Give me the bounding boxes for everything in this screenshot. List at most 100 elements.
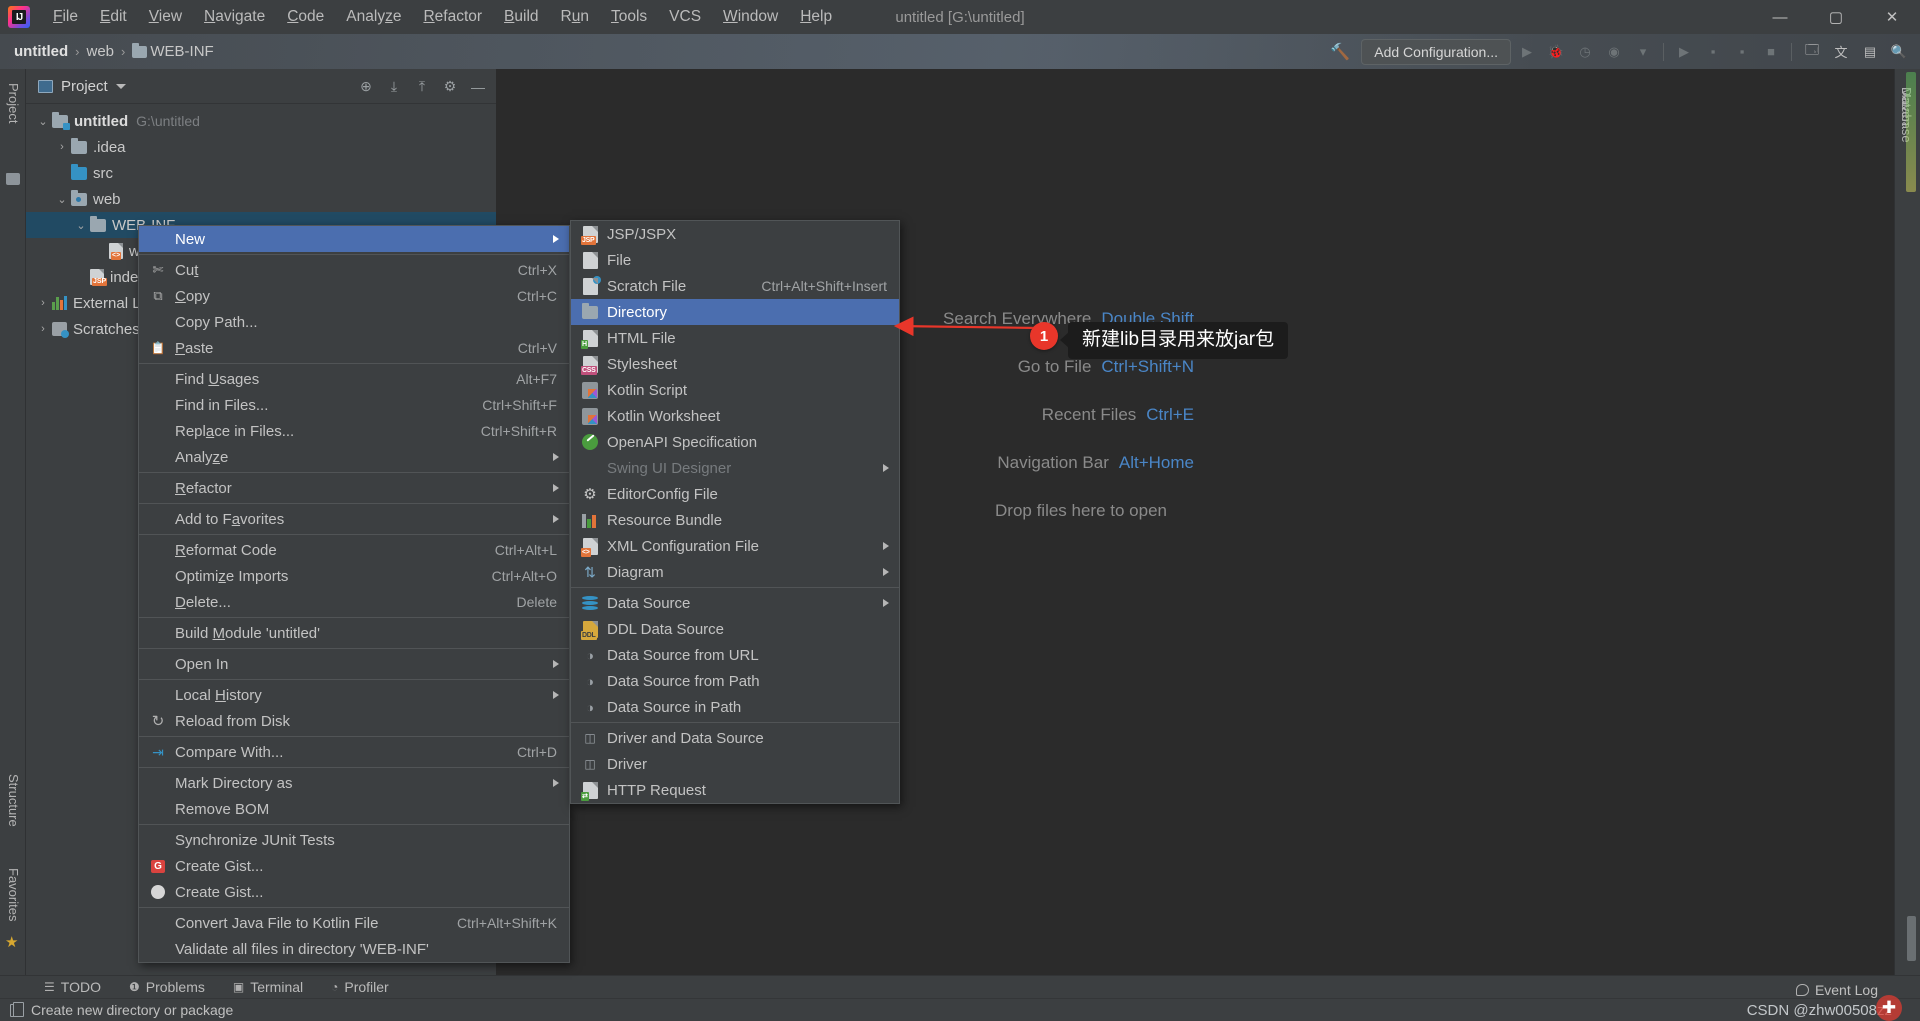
tree-node--idea[interactable]: › .idea [26,134,496,160]
chevron-right-icon[interactable]: › [34,323,52,335]
tool-tab-favorites[interactable]: Favorites [2,860,25,929]
ctx-item-refactor[interactable]: Refactor [139,475,569,501]
new-item-scratch-file[interactable]: Scratch File Ctrl+Alt+Shift+Insert [571,273,899,299]
new-item-jsp-jspx[interactable]: JSP JSP/JSPX [571,221,899,247]
stop-icon[interactable]: ▪ [1700,39,1726,65]
search-icon[interactable]: 🔍 [1886,39,1912,65]
new-item-openapi-specification[interactable]: OpenAPI Specification [571,429,899,455]
breadcrumb-item-project[interactable]: untitled [14,43,68,60]
new-item-directory[interactable]: Directory [571,299,899,325]
expand-all-icon[interactable]: ⤓ [384,77,404,97]
chevron-right-icon[interactable]: › [34,297,52,309]
menubar-item-window[interactable]: Window [712,4,789,30]
run-icon[interactable]: ▶ [1514,39,1540,65]
new-item-html-file[interactable]: H HTML File [571,325,899,351]
new-item-kotlin-script[interactable]: Kotlin Script [571,377,899,403]
new-item-file[interactable]: File [571,247,899,273]
ctx-item-analyze[interactable]: Analyze [139,444,569,470]
ctx-item-replace-in-files[interactable]: Replace in Files... Ctrl+Shift+R [139,418,569,444]
ctx-item-find-in-files[interactable]: Find in Files... Ctrl+Shift+F [139,392,569,418]
menubar-item-vcs[interactable]: VCS [658,4,712,30]
ctx-item-reformat-code[interactable]: Reformat Code Ctrl+Alt+L [139,537,569,563]
translate-icon[interactable]: 文 [1828,39,1854,65]
ctx-item-cut[interactable]: ✄ Cut Ctrl+X [139,257,569,283]
add-configuration-button[interactable]: Add Configuration... [1361,38,1511,65]
event-log-button[interactable]: Event Log [1795,982,1878,998]
ctx-item-create-gist[interactable]: G Create Gist... [139,853,569,879]
build-hammer-icon[interactable]: 🔨 [1322,42,1358,62]
new-item-data-source-in-path[interactable]: ◑ Data Source in Path [571,694,899,720]
editor-scrollbar-thumb[interactable] [1907,916,1916,961]
breadcrumb-item-web[interactable]: web [87,43,115,60]
breadcrumb-item-webinf[interactable]: WEB-INF [150,43,213,60]
more-run-icon[interactable]: ▾ [1630,39,1656,65]
ctx-item-optimize-imports[interactable]: Optimize Imports Ctrl+Alt+O [139,563,569,589]
hide-panel-icon[interactable]: — [468,77,488,97]
ctx-item-delete[interactable]: Delete... Delete [139,589,569,615]
new-item-driver-and-data-source[interactable]: ◫ Driver and Data Source [571,725,899,751]
menubar-item-tools[interactable]: Tools [600,4,658,30]
chevron-down-icon[interactable]: ⌄ [34,115,52,128]
project-folder-icon[interactable] [6,173,20,185]
ctx-item-new[interactable]: New [139,226,569,252]
coverage-icon[interactable]: ◷ [1572,39,1598,65]
chevron-down-icon[interactable] [115,83,126,89]
menubar-item-edit[interactable]: Edit [89,4,138,30]
stop-red-icon[interactable]: ■ [1758,39,1784,65]
tree-node-src[interactable]: src [26,160,496,186]
ctx-item-local-history[interactable]: Local History [139,682,569,708]
dash-icon[interactable]: ▪ [1729,39,1755,65]
ctx-item-find-usages[interactable]: Find Usages Alt+F7 [139,366,569,392]
chevron-right-icon[interactable]: › [53,141,71,153]
menubar-item-analyze[interactable]: Analyze [335,4,412,30]
new-item-editorconfig-file[interactable]: ⚙ EditorConfig File [571,481,899,507]
ctx-item-validate-all-files-in-directory-web-inf[interactable]: Validate all files in directory 'WEB-INF… [139,936,569,962]
tool-tab-structure[interactable]: Structure [2,766,25,835]
scroll-from-source-icon[interactable]: ⊕ [356,77,376,97]
tree-node-web[interactable]: ⌄ web [26,186,496,212]
collapse-all-icon[interactable]: ⤒ [412,77,432,97]
ctx-item-synchronize-junit-tests[interactable]: Synchronize JUnit Tests [139,827,569,853]
ctx-item-convert-java-file-to-kotlin-file[interactable]: Convert Java File to Kotlin File Ctrl+Alt… [139,910,569,936]
ctx-item-build-module-untitled[interactable]: Build Module 'untitled' [139,620,569,646]
new-item-data-source[interactable]: Data Source [571,590,899,616]
favorites-star-icon[interactable]: ★ [5,933,19,951]
tool-window-tab-todo[interactable]: ☰ TODO [30,979,115,995]
chevron-down-icon[interactable]: ⌄ [72,219,90,232]
settings-gear-icon[interactable]: ⚙ [440,77,460,97]
tree-node-untitled[interactable]: ⌄ untitled G:\untitled [26,108,496,134]
attach-process-icon[interactable]: ▶ [1671,39,1697,65]
ctx-item-mark-directory-as[interactable]: Mark Directory as [139,770,569,796]
new-item-data-source-from-url[interactable]: ◑ Data Source from URL [571,642,899,668]
debug-icon[interactable]: 🐞 [1543,39,1569,65]
minimize-button[interactable]: — [1752,0,1808,34]
ctx-item-copy-path[interactable]: Copy Path... [139,309,569,335]
layout-icon[interactable]: ▤ [1857,39,1883,65]
ctx-item-compare-with[interactable]: ⇥ Compare With... Ctrl+D [139,739,569,765]
tool-tab-maven[interactable]: Maven [1895,79,1918,945]
ctx-item-remove-bom[interactable]: Remove BOM [139,796,569,822]
ctx-item-open-in[interactable]: Open In [139,651,569,677]
editor-marker-scrollbar[interactable] [1906,72,1916,192]
new-item-resource-bundle[interactable]: Resource Bundle [571,507,899,533]
new-item-kotlin-worksheet[interactable]: Kotlin Worksheet [571,403,899,429]
tool-tab-project[interactable]: Project [2,75,25,131]
tool-window-tab-profiler[interactable]: ◔ Profiler [317,979,403,995]
menubar-item-view[interactable]: View [138,4,193,30]
maximize-button[interactable]: ▢ [1808,0,1864,34]
new-item-stylesheet[interactable]: CSS Stylesheet [571,351,899,377]
ctx-item-add-to-favorites[interactable]: Add to Favorites [139,506,569,532]
new-item-driver[interactable]: ◫ Driver [571,751,899,777]
menubar-item-navigate[interactable]: Navigate [193,4,276,30]
close-button[interactable]: ✕ [1864,0,1920,34]
ctx-item-reload-from-disk[interactable]: ↻ Reload from Disk [139,708,569,734]
menubar-item-file[interactable]: File [42,4,89,30]
menubar-item-run[interactable]: Run [550,4,600,30]
tool-window-tab-terminal[interactable]: ▣ Terminal [219,979,317,995]
menubar-item-refactor[interactable]: Refactor [412,4,493,30]
device-manager-icon[interactable]: 🗔 [1799,39,1825,65]
ctx-item-copy[interactable]: ⧉ Copy Ctrl+C [139,283,569,309]
chevron-down-icon[interactable]: ⌄ [53,193,71,206]
new-item-xml-configuration-file[interactable]: <> XML Configuration File [571,533,899,559]
ctx-item-create-gist[interactable]: Create Gist... [139,879,569,905]
